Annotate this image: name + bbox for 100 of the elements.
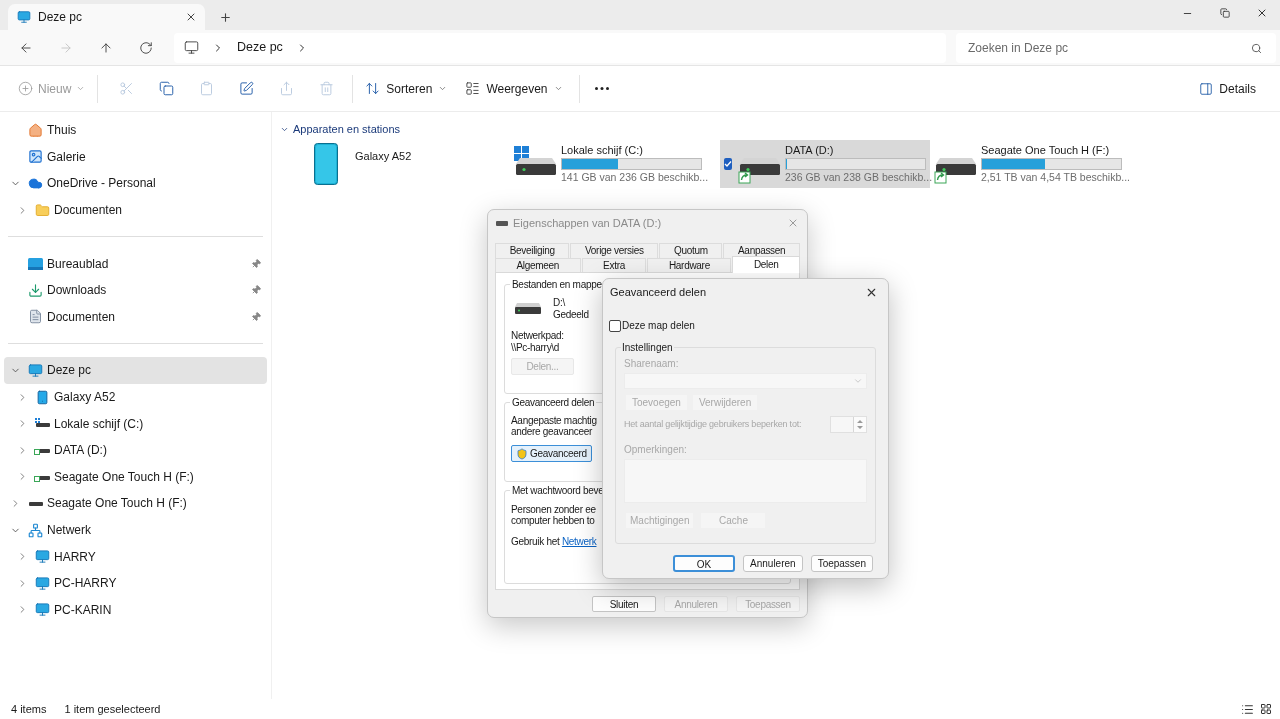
drive-icon bbox=[496, 220, 508, 226]
details-pane-icon bbox=[1199, 81, 1214, 96]
sidebar-item[interactable]: Documenten bbox=[4, 303, 267, 331]
plus-icon bbox=[219, 11, 232, 24]
network-icon bbox=[27, 522, 43, 538]
device-tile[interactable]: DATA (D:) 236 GB van 238 GB beschikb... bbox=[720, 139, 930, 188]
phone-icon bbox=[34, 389, 50, 405]
sidebar-item[interactable]: Lokale schijf (C:) bbox=[4, 410, 267, 437]
device-name: Galaxy A52 bbox=[355, 148, 412, 164]
monitor-icon bbox=[34, 575, 50, 591]
status-text: 1 item geselecteerd bbox=[64, 701, 161, 717]
folder-icon bbox=[34, 202, 50, 218]
field-label: Opmerkingen: bbox=[624, 444, 688, 456]
sidebar-item[interactable]: Thuis bbox=[4, 117, 267, 144]
dialog-button[interactable]: Annuleren bbox=[743, 555, 803, 572]
close-icon bbox=[185, 11, 197, 23]
sidebar-item[interactable]: Seagate One Touch H (F:) bbox=[4, 490, 267, 517]
sidebar-item[interactable]: Seagate One Touch H (F:) bbox=[4, 463, 267, 491]
tab-title: Deze pc bbox=[38, 9, 83, 26]
drive-name: DATA (D:) bbox=[785, 142, 835, 157]
details-button[interactable]: Details bbox=[1199, 79, 1256, 98]
group-header[interactable]: Apparaten en stations bbox=[280, 121, 401, 138]
group-title: Bestanden en mappe bbox=[510, 278, 604, 291]
drive-name: Seagate One Touch H (F:) bbox=[981, 142, 1111, 157]
restore-icon bbox=[1219, 8, 1230, 18]
sidebar-item[interactable]: OneDrive - Personal bbox=[4, 170, 267, 197]
dialog-button[interactable]: Toepassen bbox=[810, 555, 873, 572]
document-icon bbox=[27, 309, 43, 325]
picture-icon bbox=[27, 149, 43, 165]
desktop-icon bbox=[27, 257, 43, 270]
network-path-label: Netwerkpad: bbox=[511, 330, 564, 342]
sort-icon bbox=[365, 81, 381, 96]
dialog-tab[interactable]: Vorige versies bbox=[570, 243, 659, 258]
spinner-arrows-icon bbox=[857, 419, 863, 430]
sidebar-item[interactable]: HARRY bbox=[4, 543, 267, 570]
caret-icon bbox=[76, 84, 86, 93]
house-icon bbox=[27, 122, 43, 138]
dialog-tab[interactable]: Aanpassen bbox=[723, 243, 800, 258]
tiles-view-icon bbox=[1260, 703, 1272, 715]
sidebar-item[interactable]: Netwerk bbox=[4, 516, 267, 544]
search-field[interactable]: Zoeken in Deze pc bbox=[956, 32, 1276, 63]
sidebar-item[interactable]: Galerie bbox=[4, 143, 267, 171]
dialog-tab[interactable]: Beveiliging bbox=[495, 243, 570, 258]
group-title: Geavanceerd delen bbox=[510, 396, 597, 409]
share-checkbox[interactable]: Deze map delen bbox=[609, 318, 695, 333]
share-status: Gedeeld bbox=[553, 309, 589, 321]
description-text: Aangepaste machtig andere geavanceer bbox=[511, 415, 597, 437]
dialog-title: Geavanceerd delen bbox=[610, 284, 706, 300]
phone-icon bbox=[314, 142, 338, 185]
sidebar-item[interactable]: Downloads bbox=[4, 276, 267, 304]
sidebar-item[interactable]: Deze pc bbox=[4, 357, 267, 384]
address-bar[interactable]: Deze pc bbox=[174, 32, 946, 63]
sidebar-item[interactable]: Galaxy A52 bbox=[4, 383, 267, 411]
monitor-icon bbox=[17, 10, 31, 24]
field-label: Het aantal gelijktijdige gebruikers beperken tot: bbox=[624, 417, 802, 431]
more-icon bbox=[594, 87, 609, 90]
tiles-view-button[interactable] bbox=[1260, 702, 1272, 716]
network-center-link[interactable]: Netwerk bbox=[561, 536, 597, 547]
drive-icon bbox=[34, 417, 50, 430]
hard-drive-icon bbox=[934, 156, 978, 184]
field-label: Sharenaam: bbox=[624, 358, 680, 370]
drive-name: Lokale schijf (C:) bbox=[561, 142, 644, 157]
dialog-button[interactable]: Sluiten bbox=[592, 596, 656, 612]
advanced-sharing-button[interactable]: Geavanceerd bbox=[511, 445, 592, 462]
drive-usage-text: 236 GB van 238 GB beschikb... bbox=[785, 169, 933, 185]
dialog-tab[interactable]: Quotum bbox=[659, 243, 723, 258]
sidebar-item[interactable]: PC-KARIN bbox=[4, 596, 267, 624]
sidebar-item[interactable]: Documenten bbox=[4, 196, 267, 224]
tab-close-button[interactable] bbox=[185, 11, 197, 23]
plus-icon bbox=[18, 81, 33, 96]
device-tile[interactable]: Galaxy A52 bbox=[300, 139, 510, 188]
toolbar-menu-button[interactable]: Sorteren bbox=[359, 73, 454, 104]
dialog-title: Eigenschappen van DATA (D:) bbox=[513, 215, 662, 231]
drive-usage-text: 2,51 TB van 4,54 TB beschikb... bbox=[981, 169, 1131, 185]
caret-icon bbox=[553, 84, 563, 93]
sidebar-item[interactable]: PC-HARRY bbox=[4, 569, 267, 597]
status-text: 4 items bbox=[11, 701, 47, 717]
description-text: Gebruik het Netwerk bbox=[511, 536, 597, 548]
network-path: \\Pc-harry\d bbox=[511, 342, 560, 354]
monitor-icon bbox=[34, 549, 50, 565]
toolbar-menu-button[interactable]: Weergeven bbox=[459, 73, 569, 104]
details-view-button[interactable] bbox=[1241, 702, 1254, 716]
checkbox[interactable] bbox=[609, 319, 621, 332]
cloud-icon bbox=[27, 176, 43, 191]
breadcrumb-item[interactable]: Deze pc bbox=[237, 38, 283, 57]
device-tile[interactable]: Seagate One Touch H (F:) 2,51 TB van 4,54 TB beschikb... bbox=[930, 139, 1140, 188]
checkbox[interactable] bbox=[724, 157, 732, 170]
list-view-icon bbox=[1241, 702, 1254, 716]
description-text: Personen zonder ee computer hebben to bbox=[511, 504, 596, 526]
shield-icon bbox=[516, 447, 528, 460]
caret-icon bbox=[438, 84, 448, 93]
explorer-tab[interactable]: Deze pc bbox=[8, 4, 205, 30]
sidebar-item[interactable]: DATA (D:) bbox=[4, 436, 267, 464]
dialog-button[interactable]: OK bbox=[673, 555, 736, 572]
list-view-icon bbox=[465, 81, 481, 96]
device-tile[interactable]: Lokale schijf (C:) 141 GB van 236 GB beschikb... bbox=[510, 139, 720, 188]
drive-path: D:\ bbox=[553, 297, 567, 309]
hard-drive-icon bbox=[515, 303, 541, 315]
new-tab-button[interactable] bbox=[219, 11, 232, 24]
sidebar-item[interactable]: Bureaublad bbox=[4, 250, 267, 277]
